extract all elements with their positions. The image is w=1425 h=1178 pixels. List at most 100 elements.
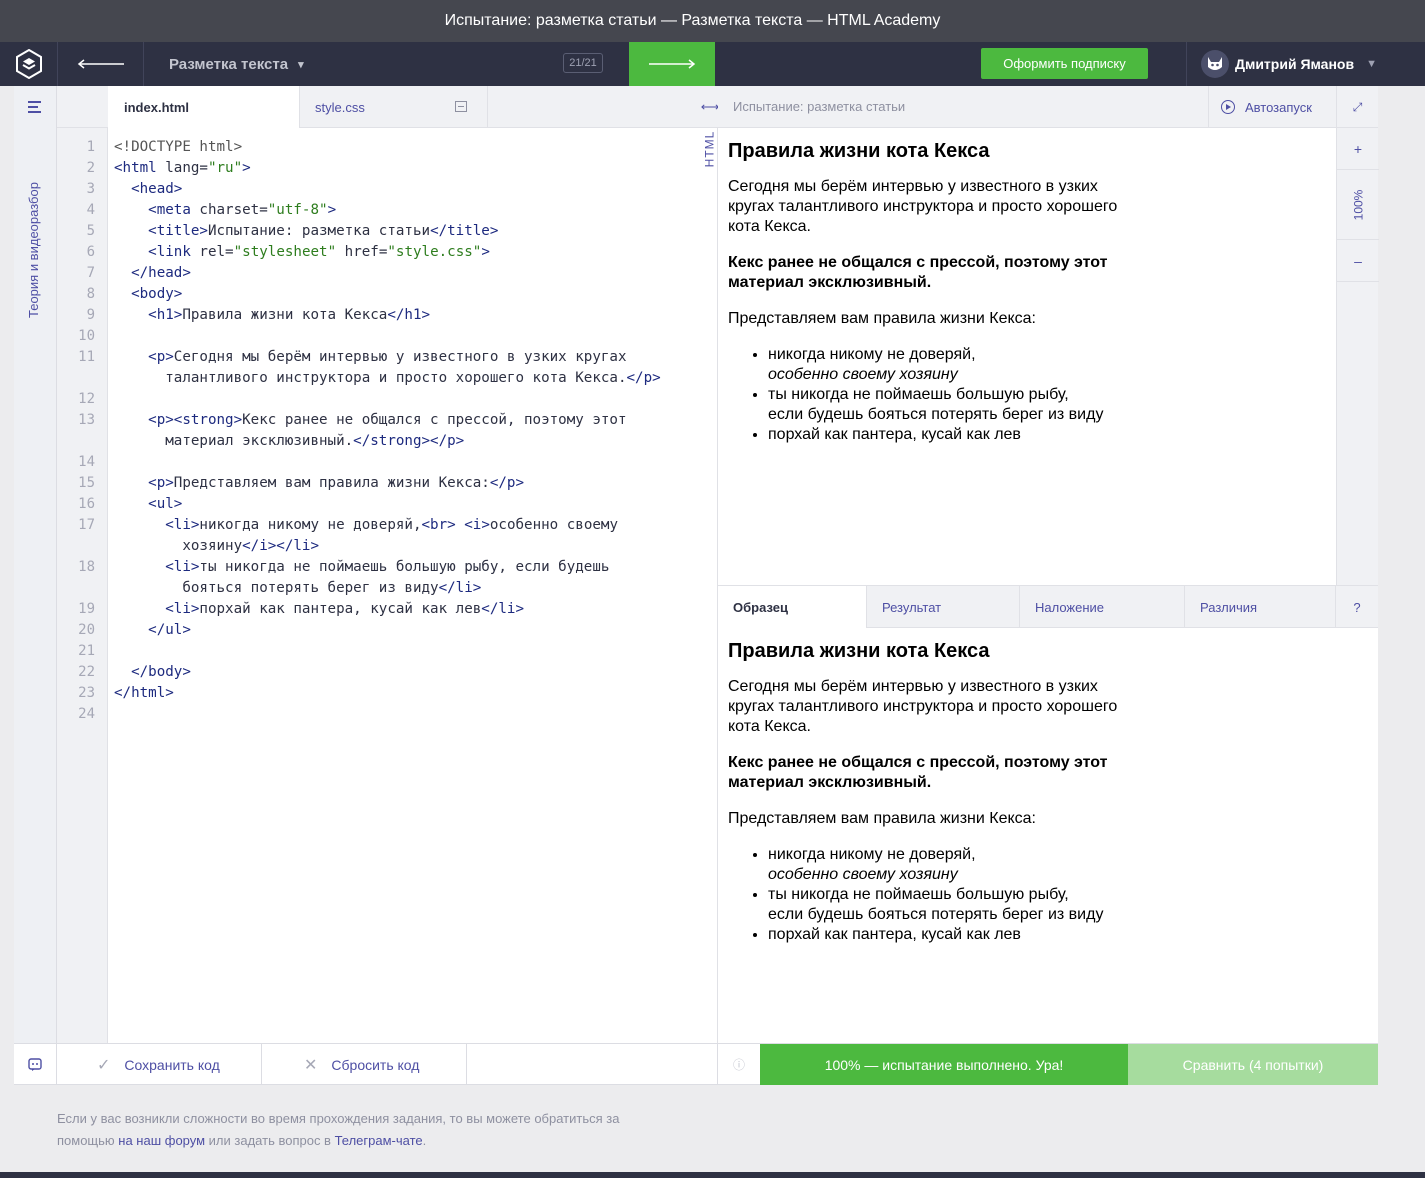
line-number: 24 — [78, 706, 95, 722]
code-line: <h1>Правила жизни кота Кекса</h1> — [148, 307, 431, 323]
window-title: Испытание: разметка статьи — Разметка те… — [0, 0, 1425, 42]
line-number: 16 — [78, 496, 95, 512]
line-number: 12 — [78, 391, 95, 407]
footer-text: . — [422, 1133, 427, 1148]
zoom-value: 100% — [1350, 189, 1365, 220]
code-line: <li>ты никогда не поймаешь большую рыбу,… — [165, 559, 610, 575]
line-number: 11 — [78, 349, 95, 365]
sample-heading: Правила жизни кота Кекса — [728, 640, 990, 662]
italic-text: особенно своему хозяину — [768, 366, 958, 383]
italic-text: особенно своему хозяину — [768, 866, 958, 883]
reset-code-button[interactable]: ✕ Сбросить код — [262, 1044, 467, 1085]
language-label: HTML — [702, 130, 717, 168]
sample-strong-paragraph: Кекс ранее не общался с прессой, поэтому… — [728, 753, 1118, 793]
preview-header: Испытание: разметка статьи Автозапуск ⤢ — [718, 86, 1378, 128]
code-line: <head> — [131, 181, 183, 197]
tab-style-css[interactable]: style.css — [299, 86, 488, 128]
list-item: порхай как пантера, кусай как лев — [768, 925, 1118, 945]
code-line: <li>порхай как пантера, кусай как лев</l… — [165, 601, 525, 617]
empty-slot — [467, 1044, 718, 1085]
result-preview: Правила жизни кота Кекса Сегодня мы берё… — [728, 140, 1118, 445]
tab-index-html[interactable]: index.html — [108, 86, 299, 128]
zoom-out-button[interactable]: – — [1337, 240, 1379, 282]
line-number: 10 — [78, 328, 95, 344]
sample-rules-list: никогда никому не доверяй, особенно своем… — [768, 845, 1118, 945]
strong-text: Кекс ранее не общался с прессой, поэтому… — [728, 254, 1108, 291]
save-label: Сохранить код — [124, 1056, 220, 1073]
theory-video-link[interactable]: Теория и видеоразбор — [26, 182, 41, 318]
academy-logo-icon[interactable] — [0, 42, 58, 86]
line-number: 8 — [86, 286, 95, 302]
tab-overlay[interactable]: Наложение — [1020, 586, 1185, 628]
compare-tabs: Образец Результат Наложение Различия ? — [718, 585, 1378, 628]
code-textarea[interactable]: <!DOCTYPE html> <html lang="ru"> <head> … — [108, 128, 718, 1044]
tab-differences[interactable]: Различия — [1185, 586, 1336, 628]
line-number: 14 — [78, 454, 95, 470]
preview-pane: Испытание: разметка статьи Автозапуск ⤢ … — [718, 86, 1379, 1044]
resize-handle-icon[interactable]: ⟷ — [701, 86, 720, 128]
code-line: </html> — [114, 685, 174, 701]
line-number: 18 — [78, 559, 95, 575]
line-number: 6 — [86, 244, 95, 260]
tab-sample[interactable]: Образец — [718, 586, 867, 628]
list-item: ты никогда не поймаешь большую рыбу, если… — [768, 385, 1118, 425]
check-icon: ✓ — [97, 1056, 111, 1074]
cross-icon: ✕ — [304, 1056, 318, 1074]
code-line: материал эксклюзивный.</strong></p> — [114, 433, 465, 449]
list-text: если будешь бояться потерять берег из ви… — [768, 906, 1104, 923]
list-text: никогда никому не доверяй, — [768, 346, 976, 363]
zoom-in-button[interactable]: + — [1337, 128, 1379, 170]
menu-icon[interactable] — [28, 100, 41, 116]
code-line: <ul> — [148, 496, 183, 512]
line-number: 19 — [78, 601, 95, 617]
sample-preview: Правила жизни кота Кекса Сегодня мы берё… — [728, 640, 1118, 945]
code-editor: index.html style.css ⟷ 1 2 3 4 5 6 7 8 9… — [57, 86, 720, 1044]
forum-link[interactable]: на наш форум — [118, 1133, 205, 1148]
top-navigation: Разметка текста ▾ 21/21 Оформить подписк… — [0, 42, 1425, 86]
compare-button[interactable]: Сравнить (4 попытки) — [1128, 1044, 1378, 1085]
help-button[interactable]: ? — [1336, 586, 1378, 628]
course-label: Разметка текста — [169, 55, 289, 73]
line-number: 3 — [86, 181, 95, 197]
back-arrow-icon[interactable] — [58, 42, 144, 86]
line-number: 22 — [78, 664, 95, 680]
collapse-icon[interactable] — [455, 101, 467, 112]
subscribe-button[interactable]: Оформить подписку — [981, 48, 1148, 79]
fullscreen-icon[interactable]: ⤢ — [1336, 86, 1378, 128]
caret-down-icon: ▼ — [1366, 58, 1377, 70]
list-text: никогда никому не доверяй, — [768, 846, 976, 863]
tab-result[interactable]: Результат — [867, 586, 1020, 628]
telegram-link[interactable]: Телеграм-чате — [335, 1133, 423, 1148]
preview-paragraph: Представляем вам правила жизни Кекса: — [728, 310, 1036, 327]
autorun-toggle[interactable]: Автозапуск — [1208, 86, 1336, 128]
code-line: хозяину</i></li> — [114, 538, 319, 554]
user-menu[interactable]: Дмитрий Яманов ▼ — [1186, 42, 1425, 86]
footer-text: или задать вопрос в — [205, 1133, 335, 1148]
line-number: 5 — [86, 223, 95, 239]
result-status: 100% — испытание выполнено. Ура! — [760, 1044, 1128, 1085]
line-number: 1 — [86, 139, 95, 155]
list-text: ты никогда не поймаешь большую рыбу, — [768, 386, 1069, 403]
line-number-gutter: 1 2 3 4 5 6 7 8 9 10 11 12 13 14 15 16 1… — [57, 128, 108, 1044]
code-line: <link rel="stylesheet" href="style.css"> — [148, 244, 490, 260]
sample-paragraph: Сегодня мы берём интервью у известного в… — [728, 678, 1118, 735]
line-number: 21 — [78, 643, 95, 659]
reset-label: Сбросить код — [331, 1056, 420, 1073]
code-line: бояться потерять берег из виду</li> — [114, 580, 482, 596]
code-line: <p><strong>Кекс ранее не общался с пресс… — [148, 412, 627, 428]
save-code-button[interactable]: ✓ Сохранить код — [57, 1044, 262, 1085]
play-icon — [1221, 100, 1235, 114]
code-line: <html lang="ru"> — [114, 160, 251, 176]
list-text: ты никогда не поймаешь большую рыбу, — [768, 886, 1069, 903]
info-icon[interactable]: ⓘ — [718, 1044, 760, 1085]
code-line: </body> — [131, 664, 191, 680]
zoom-level: 100% — [1337, 170, 1379, 240]
code-line: талантливого инструктора и просто хороше… — [114, 370, 661, 386]
sample-paragraph: Представляем вам правила жизни Кекса: — [728, 810, 1036, 827]
preview-heading: Правила жизни кота Кекса — [728, 140, 990, 162]
line-number: 23 — [78, 685, 95, 701]
next-arrow-button[interactable] — [629, 42, 715, 86]
code-line: <p>Представляем вам правила жизни Кекса:… — [148, 475, 525, 491]
feedback-icon[interactable] — [14, 1044, 57, 1085]
course-dropdown[interactable]: Разметка текста ▾ — [145, 42, 355, 86]
